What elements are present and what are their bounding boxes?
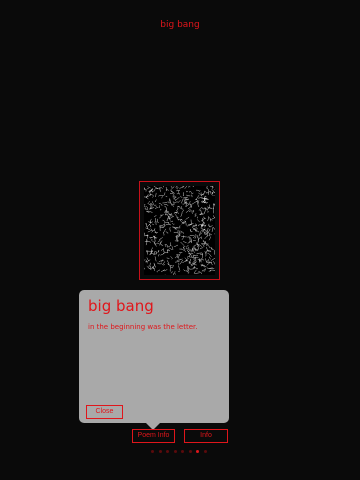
page-dot[interactable]: [151, 450, 154, 453]
scribble-artwork-image: [144, 186, 215, 275]
poem-info-button[interactable]: Poem Info: [132, 429, 175, 443]
popover-title: big bang: [88, 297, 154, 315]
page-dot[interactable]: [158, 450, 162, 453]
artwork-frame[interactable]: [139, 181, 220, 280]
page-dot[interactable]: [203, 450, 207, 453]
page-title: big bang: [160, 20, 200, 30]
page-dot[interactable]: [173, 450, 177, 453]
page-dot[interactable]: [196, 450, 199, 453]
poem-info-popover: big bang in the beginning was the letter…: [79, 290, 229, 423]
close-button[interactable]: Close: [86, 405, 123, 419]
page-dot[interactable]: [181, 450, 184, 453]
page-dot[interactable]: [166, 450, 169, 453]
popover-body-text: in the beginning was the letter.: [88, 323, 198, 331]
info-button[interactable]: Info: [184, 429, 228, 443]
page-dot[interactable]: [188, 450, 192, 453]
